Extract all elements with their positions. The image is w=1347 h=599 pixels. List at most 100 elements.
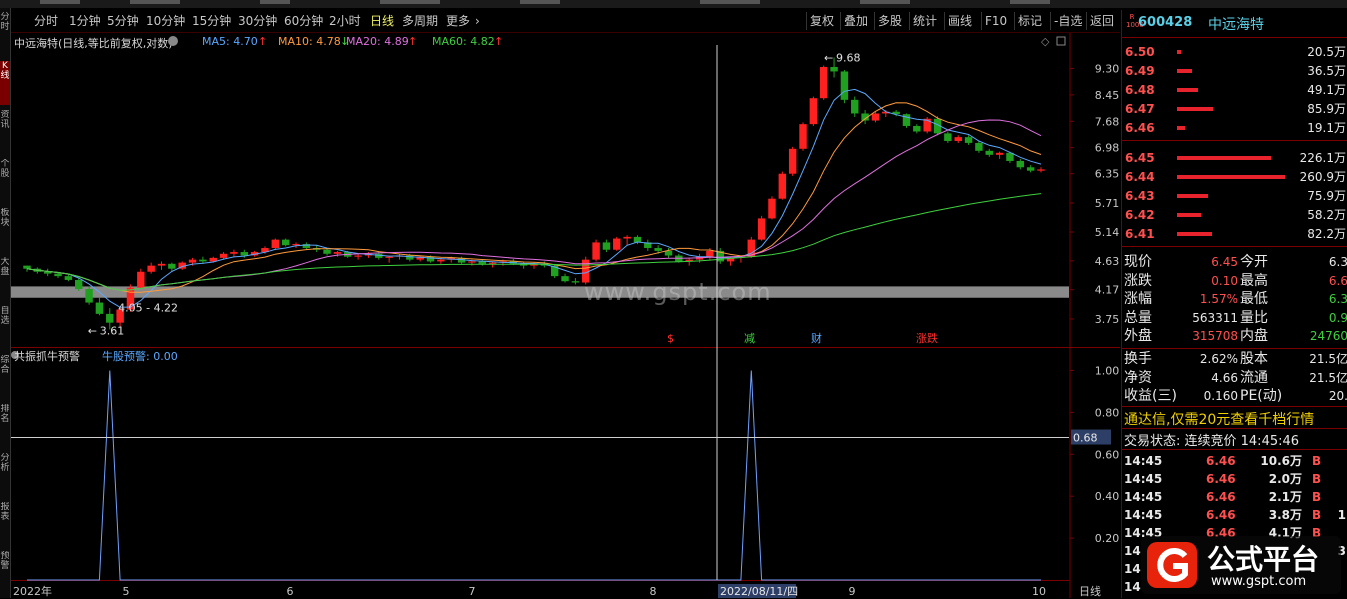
quote-label2: 今开: [1240, 254, 1268, 270]
quote-row-0: 现价 6.45 今开 6.3: [1122, 253, 1347, 271]
quote-value: 1.57%: [1199, 292, 1238, 306]
event-marker-1[interactable]: 减: [744, 332, 755, 345]
fin-value: 4.66: [1211, 370, 1238, 385]
price-tick-0: 9.30: [1095, 62, 1120, 75]
fin-label: 换手: [1124, 351, 1152, 367]
asks-price: 6.50: [1125, 45, 1155, 59]
period-tab-2[interactable]: 5分钟: [107, 12, 139, 30]
left-sidebar: 分时 K线资讯个股板块大盘自选综合排名分析报表预警: [0, 8, 11, 598]
gspt-logo: 公式平台 www.gspt.com: [1141, 534, 1341, 596]
toolbar-btn-4[interactable]: 画线: [944, 12, 975, 30]
tick-time: 14: [1124, 580, 1141, 594]
fin-row-0: 换手 2.62% 股本 21.5亿: [1122, 350, 1347, 368]
quote-label: 现价: [1124, 254, 1152, 270]
sidebar-item-3[interactable]: 个股: [0, 159, 10, 203]
period-tab-4[interactable]: 15分钟: [192, 12, 231, 30]
bids-vol-bar: [1177, 175, 1285, 179]
sidebar-item-9[interactable]: 分析: [0, 453, 10, 497]
sidebar-item-11[interactable]: 预警: [0, 551, 10, 595]
toolbar-btn-5[interactable]: F10: [981, 12, 1010, 30]
quote-value: 0.10: [1211, 273, 1238, 288]
candle-body: [592, 242, 600, 260]
bids-price: 6.44: [1125, 170, 1155, 184]
toolbar-btn-0[interactable]: 复权: [806, 12, 837, 30]
price-tick-8: 4.17: [1095, 284, 1120, 297]
price-tick-9: 3.75: [1095, 313, 1120, 326]
candle-body: [840, 71, 849, 100]
quote-panel: R 1000 600428 中远海特 6.50 20.5万 6.49 36.5万 6.48 49…: [1121, 10, 1347, 598]
candle-body: [706, 250, 714, 257]
quote-row-1: 涨跌 0.10 最高 6.6: [1122, 272, 1347, 290]
toolbar-btn-1[interactable]: 叠加: [840, 12, 871, 30]
fin-value2: 21.5亿: [1309, 370, 1347, 385]
price-tick-1: 8.45: [1095, 89, 1120, 102]
toolbar-btn-2[interactable]: 多股: [874, 12, 905, 30]
bids-vol: 82.2万: [1307, 227, 1346, 241]
period-tab-1[interactable]: 1分钟: [69, 12, 101, 30]
sidebar-item-1[interactable]: K线: [0, 61, 10, 105]
toolbar-btn-7[interactable]: -自选: [1050, 12, 1085, 30]
cursor-date: 2022/08/11/四: [720, 585, 798, 598]
event-marker-2[interactable]: 财: [811, 331, 822, 345]
candle-body: [975, 142, 983, 151]
candle-body: [281, 239, 290, 246]
period-tab-9[interactable]: 多周期: [402, 12, 438, 30]
period-tab-5[interactable]: 30分钟: [238, 12, 277, 30]
price-tick-6: 5.14: [1095, 226, 1120, 239]
candle-body: [240, 252, 249, 256]
bids-vol-bar: [1177, 213, 1201, 217]
sidebar-item-10[interactable]: 报表: [0, 502, 10, 546]
sidebar-item-2[interactable]: 资讯: [0, 110, 10, 154]
period-tab-3[interactable]: 10分钟: [146, 12, 185, 30]
event-marker-3[interactable]: 涨跌: [916, 331, 938, 345]
kline-chart[interactable]: 9.30 8.45 7.68 6.98 6.35 5.71 5.14 4.63 4.17 3.75…: [11, 33, 1120, 348]
period-tab-7[interactable]: 2小时: [329, 12, 361, 30]
tick-row-2: 14:45 6.46 2.1万 B: [1122, 488, 1347, 506]
period-tab-6[interactable]: 60分钟: [284, 12, 323, 30]
bids-price: 6.43: [1125, 189, 1155, 203]
candle-body: [623, 236, 631, 239]
fin-value: 0.160: [1203, 389, 1238, 403]
sidebar-item-7[interactable]: 综合: [0, 355, 10, 399]
period-tab-8[interactable]: 日线: [370, 12, 394, 30]
candle-body: [385, 256, 393, 258]
candle-body: [830, 66, 838, 72]
sidebar-item-0[interactable]: 分时: [0, 12, 10, 56]
diamond-icon[interactable]: ◇: [1041, 35, 1050, 48]
sidebar-item-8[interactable]: 排名: [0, 404, 10, 448]
price-tick-5: 5.71: [1095, 197, 1120, 210]
high-arrow-icon: ←: [824, 51, 833, 64]
asks-vol-bar: [1177, 50, 1181, 54]
candle-body: [147, 265, 155, 272]
sep: [1122, 246, 1347, 247]
settings-dot-icon[interactable]: [168, 36, 178, 46]
toolbar-btn-6[interactable]: 标记: [1014, 12, 1045, 30]
asks-row-0: 6.50 20.5万: [1122, 43, 1347, 61]
asks-row-2: 6.48 49.1万: [1122, 81, 1347, 99]
candle-body: [437, 259, 445, 262]
period-tab-10[interactable]: 更多: [446, 12, 470, 30]
ma-legend-2: MA20: 4.89: [346, 35, 409, 48]
toolbar-btn-8[interactable]: 返回: [1086, 12, 1117, 30]
candle-body: [757, 218, 766, 240]
more-chevron-icon[interactable]: ›: [475, 12, 480, 30]
indicator-chart[interactable]: 1.00 0.80 0.60 0.40 0.20 0.68 2022年 5 6 7 8 9 10 2022…: [11, 348, 1120, 598]
indicator-title: 共振抓牛预警: [14, 350, 80, 363]
candle-body: [871, 113, 880, 121]
sidebar-item-4[interactable]: 板块: [0, 208, 10, 252]
period-tab-0[interactable]: 分时: [34, 12, 58, 30]
candle-body: [168, 263, 176, 269]
price-tick-3: 6.98: [1095, 142, 1120, 155]
fin-label2: PE(动): [1240, 388, 1283, 404]
sidebar-item-5[interactable]: 大盘: [0, 257, 10, 301]
sidebar-item-6[interactable]: 自选: [0, 306, 10, 350]
toolbar-btn-3[interactable]: 统计: [909, 12, 940, 30]
tick-time: 14: [1124, 562, 1141, 576]
candle-body: [799, 124, 807, 149]
quote-label2: 最低: [1240, 291, 1268, 307]
candle-body: [478, 261, 486, 264]
upgrade-notice-link[interactable]: 通达信,仅需20元查看千档行情: [1124, 409, 1314, 429]
event-marker-0[interactable]: $: [667, 332, 674, 345]
price-tick-7: 4.63: [1095, 255, 1120, 268]
tick-side: B: [1312, 490, 1322, 504]
